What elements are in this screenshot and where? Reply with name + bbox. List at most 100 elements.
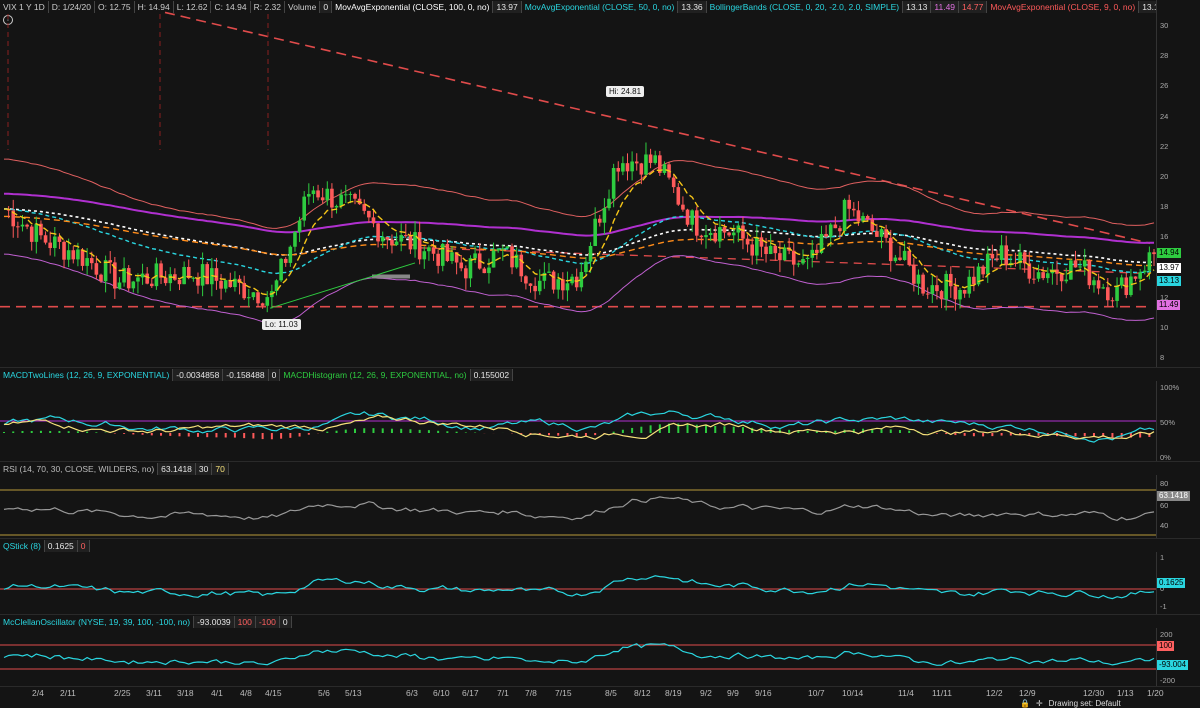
- green-trendline: [269, 262, 416, 309]
- candle-body: [565, 283, 570, 291]
- ema100-badge: 13.97: [1157, 262, 1182, 273]
- macd-histogram-bar: [557, 433, 560, 436]
- macd-axis[interactable]: 100% 50% 0%: [1156, 381, 1200, 462]
- candle-body: [334, 205, 339, 208]
- macd-chart[interactable]: [0, 381, 1156, 461]
- candle-body: [995, 258, 999, 260]
- lock-icon[interactable]: 🔒: [1020, 699, 1030, 708]
- macd-histogram-bar: [390, 428, 393, 433]
- macd-histogram-bar: [686, 424, 689, 433]
- time-tick: 1/20: [1147, 688, 1164, 698]
- candle-body: [912, 264, 916, 284]
- price-tick: 10: [1160, 322, 1169, 332]
- macd-histogram-bar: [1037, 433, 1040, 436]
- macd-histogram-bar: [372, 428, 375, 433]
- candle-body: [436, 253, 440, 266]
- candle-body: [307, 194, 311, 197]
- time-tick: 2/4: [32, 688, 44, 698]
- candle-body: [311, 190, 316, 195]
- macd-histogram-bar: [409, 429, 412, 433]
- macd-histogram-bar: [908, 430, 911, 433]
- candle-body: [898, 257, 902, 260]
- rsi-axis[interactable]: 80 60 40: [1156, 475, 1200, 538]
- trendline-upper: [164, 11, 1151, 245]
- candle-body: [1133, 276, 1138, 279]
- crosshair-icon[interactable]: ✛: [1036, 699, 1043, 708]
- qstick-tick: 1: [1160, 553, 1165, 562]
- candle-body: [722, 227, 727, 233]
- candle-body: [865, 216, 870, 220]
- mcclellan-down: -100: [255, 615, 280, 628]
- candle-body: [505, 246, 510, 249]
- candle-body: [1129, 276, 1133, 296]
- candle-body: [597, 218, 602, 223]
- candle-body: [985, 253, 990, 275]
- time-tick: 10/7: [808, 688, 825, 698]
- candle-body: [320, 197, 325, 201]
- qstick-chart[interactable]: [0, 552, 1156, 614]
- macd-histogram-bar: [160, 433, 163, 436]
- qstick-label[interactable]: QStick (8): [0, 539, 45, 552]
- time-tick: 8/19: [665, 688, 682, 698]
- macd-histogram-bar: [575, 433, 578, 437]
- rsi-os: 70: [212, 462, 229, 475]
- candle-body: [801, 259, 805, 264]
- candle-body: [699, 235, 704, 238]
- candle-body: [759, 237, 764, 247]
- candle-body: [718, 227, 722, 242]
- candle-body: [847, 199, 851, 209]
- time-tick: 11/11: [932, 688, 953, 698]
- candle-body: [593, 218, 597, 246]
- candle-body: [316, 190, 320, 198]
- candle-body: [450, 252, 454, 261]
- macd-hist-label[interactable]: MACDHistogram (12, 26, 9, EXPONENTIAL, n…: [280, 368, 471, 381]
- macd-label[interactable]: MACDTwoLines (12, 26, 9, EXPONENTIAL): [0, 368, 174, 381]
- macd-histogram-bar: [86, 431, 89, 433]
- candle-body: [145, 273, 149, 284]
- candle-body: [981, 266, 985, 275]
- candle-body: [491, 250, 496, 268]
- qstick-value: 0.1625: [44, 539, 78, 552]
- mcclellan-chart[interactable]: [0, 628, 1156, 686]
- macd-histogram-bar: [972, 433, 975, 437]
- macd-histogram-bar: [935, 433, 938, 434]
- macd-histogram-bar: [991, 433, 994, 437]
- candle-body: [1078, 266, 1082, 268]
- thinkorswim-chart-window: VIX 1 Y 1D D: 1/24/20 O: 12.75 H: 14.94 …: [0, 0, 1200, 708]
- price-tick: 18: [1160, 202, 1169, 212]
- candle-body: [1036, 272, 1041, 279]
- candle-body: [302, 196, 307, 221]
- macd-histogram-bar: [252, 433, 255, 439]
- candle-body: [20, 224, 25, 227]
- time-tick: 12/9: [1019, 688, 1036, 698]
- drawing-set-label[interactable]: Drawing set: Default: [1049, 699, 1121, 708]
- macd-histogram-bar: [963, 433, 966, 436]
- price-axis[interactable]: 30282624222018161412108: [1156, 0, 1200, 367]
- candle-body: [704, 235, 708, 238]
- candle-body: [422, 251, 427, 260]
- macd-histogram-bar: [3, 431, 5, 433]
- candle-body: [1069, 260, 1073, 280]
- candle-body: [690, 210, 694, 225]
- candle-body: [413, 232, 417, 250]
- macd-histogram-bar: [889, 429, 892, 433]
- candle-body: [602, 208, 607, 223]
- macd-histogram-bar: [649, 425, 652, 433]
- purple-average-line: [4, 192, 1154, 244]
- rsi-ob: 30: [195, 462, 213, 475]
- candle-body: [875, 231, 879, 237]
- time-tick: 2/11: [60, 688, 76, 698]
- candle-body: [838, 228, 842, 232]
- macd-histogram-bar: [307, 433, 310, 435]
- candle-body: [533, 285, 537, 292]
- mcclellan-label[interactable]: McClellanOscillator (NYSE, 19, 39, 100, …: [0, 615, 195, 628]
- macd-histogram-bar: [113, 433, 116, 434]
- rsi-chart[interactable]: [0, 475, 1156, 538]
- candle-body: [66, 250, 71, 260]
- macd-histogram-bar: [289, 433, 292, 438]
- candle-body: [1059, 273, 1064, 282]
- rsi-label[interactable]: RSI (14, 70, 30, CLOSE, WILDERS, no): [0, 462, 159, 475]
- mcclellan-axis[interactable]: 200 0 -200: [1156, 628, 1200, 686]
- candle-body: [925, 293, 930, 295]
- candle-body: [487, 267, 491, 274]
